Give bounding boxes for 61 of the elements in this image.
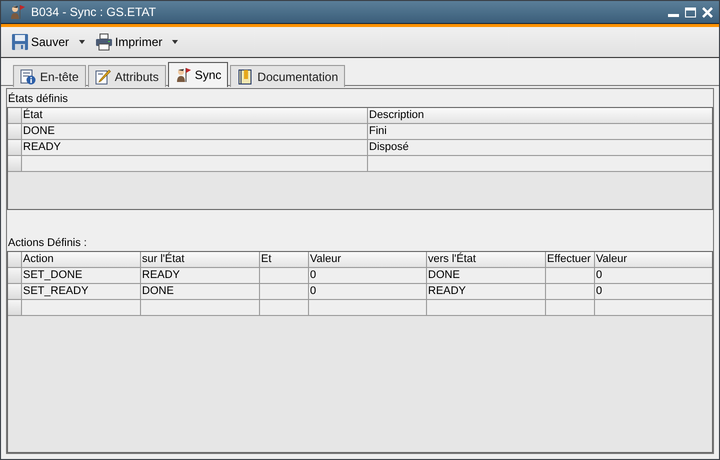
column-header: Et	[260, 252, 309, 268]
table-cell: READY	[22, 140, 368, 156]
printer-icon	[95, 33, 114, 51]
row-header[interactable]	[8, 284, 22, 300]
column-header: Action	[22, 252, 141, 268]
new-row-cell[interactable]	[22, 300, 141, 316]
tab[interactable]: Sync	[168, 62, 228, 87]
column-header: Valeur	[309, 252, 427, 268]
table-cell: 0	[309, 268, 427, 284]
print-button[interactable]: Imprimer	[93, 31, 164, 53]
figure-flag-icon	[174, 67, 191, 83]
book-icon	[237, 68, 254, 84]
table-cell: DONE	[22, 124, 368, 140]
tab[interactable]: Attributs	[88, 65, 166, 87]
row-header[interactable]	[8, 268, 22, 284]
row-header[interactable]	[8, 156, 22, 172]
table-cell: DONE	[141, 284, 260, 300]
grid-corner	[8, 108, 22, 124]
section-title: États définis	[7, 92, 69, 107]
new-row-cell[interactable]	[141, 300, 260, 316]
table-cell: READY	[141, 268, 260, 284]
new-row-cell[interactable]	[260, 300, 309, 316]
document-info-icon	[20, 68, 36, 84]
row-header[interactable]	[8, 124, 22, 140]
new-row-cell[interactable]	[595, 300, 712, 316]
column-header: sur l'État	[141, 252, 260, 268]
row-header[interactable]	[8, 140, 22, 156]
column-header: vers l'État	[427, 252, 546, 268]
table-cell	[260, 268, 309, 284]
new-row-cell[interactable]	[368, 156, 712, 172]
column-header: Description	[368, 108, 712, 124]
maximize-icon[interactable]	[685, 6, 696, 18]
table-cell: DONE	[427, 268, 546, 284]
table-cell	[546, 268, 595, 284]
table-cell: SET_DONE	[22, 268, 141, 284]
column-header: Valeur	[595, 252, 712, 268]
window-title: B034 - Sync : GS.ETAT	[31, 5, 157, 19]
table-cell: READY	[427, 284, 546, 300]
new-row-cell[interactable]	[22, 156, 368, 172]
table-cell: 0	[309, 284, 427, 300]
close-icon[interactable]	[702, 6, 713, 18]
column-header: État	[22, 108, 368, 124]
table-cell: Fini	[368, 124, 712, 140]
grid-corner	[8, 252, 22, 268]
document-pencil-icon	[94, 68, 111, 84]
table-cell	[546, 284, 595, 300]
column-header: Effectuer	[546, 252, 595, 268]
table-cell: 0	[595, 268, 712, 284]
table-cell: 0	[595, 284, 712, 300]
save-button[interactable]: Sauver	[9, 31, 72, 53]
row-header[interactable]	[8, 300, 22, 316]
tab[interactable]: En-tête	[13, 65, 86, 87]
table-cell	[260, 284, 309, 300]
new-row-cell[interactable]	[309, 300, 427, 316]
new-row-cell[interactable]	[427, 300, 546, 316]
table-cell: SET_READY	[22, 284, 141, 300]
section-title: Actions Définis :	[7, 236, 88, 251]
tab[interactable]: Documentation	[230, 65, 346, 87]
table-cell: Disposé	[368, 140, 712, 156]
new-row-cell[interactable]	[546, 300, 595, 316]
figure-flag-icon	[9, 4, 25, 20]
